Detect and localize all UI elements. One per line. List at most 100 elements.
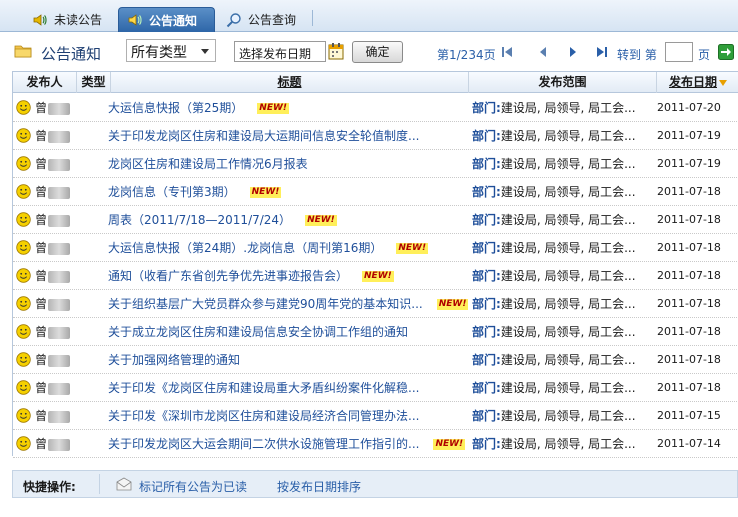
publisher-name: 曾 [35, 213, 48, 227]
smiley-icon [16, 296, 31, 311]
notice-title-link[interactable]: 龙岗区住房和建设局工作情况6月报表 [108, 157, 308, 171]
speaker-icon [128, 14, 142, 26]
type-select[interactable]: 所有类型 [126, 39, 216, 62]
publisher-cell: 曾 [35, 262, 79, 290]
scope-value: 建设局, 局领导, 局工会... [500, 129, 636, 143]
table-row[interactable]: 曾 通知（收看广东省创先争优先进事迹报告会） NEW! 部门:建设局, 局领导, 局工… [13, 262, 738, 290]
scope-value: 建设局, 局领导, 局工会... [500, 269, 636, 283]
scope-value: 建设局, 局领导, 局工会... [500, 437, 636, 451]
sort-by-date-link[interactable]: 按发布日期排序 [277, 478, 361, 495]
publisher-name: 曾 [35, 325, 48, 339]
publisher-cell: 曾 [35, 430, 79, 458]
scope-cell: 部门:建设局, 局领导, 局工会... [472, 206, 648, 234]
notice-title-link[interactable]: 关于印发龙岗区大运会期间二次供水设施管理工作指引的... [108, 437, 419, 451]
table-row[interactable]: 曾 关于印发《深圳市龙岗区住房和建设局经济合同管理办法... 部门:建设局, 局领导… [13, 402, 738, 430]
tab-unread[interactable]: 未读公告 [32, 7, 102, 32]
notice-table: 发布人 类型 标题 发布范围 发布日期 曾 大运信息快报（第25期） NEW! 部门:… [12, 71, 738, 458]
notice-title-link[interactable]: 关于印发《深圳市龙岗区住房和建设局经济合同管理办法... [108, 409, 419, 423]
scope-prefix: 部门: [472, 185, 501, 199]
publisher-cell: 曾 [35, 318, 79, 346]
col-publish-date[interactable]: 发布日期 [657, 72, 738, 93]
last-page-icon[interactable] [595, 45, 609, 59]
speaker-icon [33, 13, 47, 26]
smiley-icon [16, 268, 31, 283]
table-row[interactable]: 曾 龙岗区住房和建设局工作情况6月报表 部门:建设局, 局领导, 局工会... 201… [13, 150, 738, 178]
scope-cell: 部门:建设局, 局领导, 局工会... [472, 290, 648, 318]
mark-all-read-link[interactable]: 标记所有公告为已读 [139, 478, 247, 495]
publisher-name-redacted [48, 158, 71, 171]
type-select-value: 所有类型 [131, 45, 187, 61]
notice-title-link[interactable]: 周表（2011/7/18—2011/7/24） [108, 213, 291, 227]
publish-date-cell: 2011-07-18 [657, 381, 721, 394]
new-badge: NEW! [305, 215, 337, 226]
smiley-icon [16, 352, 31, 367]
magnifier-icon [226, 12, 241, 27]
page-info: 第1/234页 [437, 48, 496, 62]
publisher-name-redacted [48, 102, 71, 115]
table-row[interactable]: 曾 关于成立龙岗区住房和建设局信息安全协调工作组的通知 部门:建设局, 局领导, 局… [13, 318, 738, 346]
title-cell: 大运信息快报（第24期）.龙岗信息（周刊第16期） NEW! [108, 234, 468, 262]
go-arrow-icon[interactable] [718, 44, 734, 60]
table-row[interactable]: 曾 关于印发《龙岗区住房和建设局重大矛盾纠纷案件化解稳... 部门:建设局, 局领导… [13, 374, 738, 402]
scope-prefix: 部门: [472, 437, 501, 451]
quick-divider [99, 474, 100, 494]
publisher-name: 曾 [35, 241, 48, 255]
col-scope[interactable]: 发布范围 [469, 72, 657, 93]
next-page-icon[interactable] [566, 45, 580, 59]
tab-notice-label: 公告通知 [149, 13, 198, 28]
table-row[interactable]: 曾 龙岗信息（专刊第3期） NEW! 部门:建设局, 局领导, 局工会... 2011-… [13, 178, 738, 206]
publisher-cell: 曾 [35, 402, 79, 430]
smiley-icon [16, 156, 31, 171]
envelope-icon [116, 477, 132, 491]
chevron-down-icon [201, 49, 209, 54]
notice-title-link[interactable]: 龙岗信息（专刊第3期） [108, 185, 236, 199]
publisher-cell: 曾 [35, 374, 79, 402]
confirm-button[interactable]: 确定 [352, 41, 403, 63]
smiley-icon [16, 436, 31, 451]
publish-date-input[interactable]: 选择发布日期 [234, 41, 326, 62]
first-page-icon[interactable] [500, 45, 514, 59]
new-badge: NEW! [249, 187, 282, 198]
notice-title-link[interactable]: 通知（收看广东省创先争优先进事迹报告会） [108, 269, 348, 283]
table-row[interactable]: 曾 关于印发龙岗区住房和建设局大运期间信息安全轮值制度... 部门:建设局, 局领导… [13, 122, 738, 150]
quick-actions-label: 快捷操作: [23, 480, 76, 494]
table-row[interactable]: 曾 周表（2011/7/18—2011/7/24） NEW! 部门:建设局, 局领导,… [13, 206, 738, 234]
publisher-name-redacted [48, 410, 71, 423]
notice-title-link[interactable]: 关于组织基层广大党员群众参与建党90周年党的基本知识... [108, 297, 423, 311]
calendar-icon[interactable] [328, 42, 344, 60]
table-row[interactable]: 曾 大运信息快报（第24期）.龙岗信息（周刊第16期） NEW! 部门:建设局, 局领… [13, 234, 738, 262]
col-publisher[interactable]: 发布人 [13, 72, 77, 93]
notice-title-link[interactable]: 大运信息快报（第25期） [108, 101, 243, 115]
notice-title-link[interactable]: 大运信息快报（第24期）.龙岗信息（周刊第16期） [108, 241, 382, 255]
publisher-name-redacted [48, 326, 71, 339]
notice-title-link[interactable]: 关于印发龙岗区住房和建设局大运期间信息安全轮值制度... [108, 129, 419, 143]
publish-date-cell: 2011-07-18 [657, 241, 721, 254]
goto-label: 转到 第 [617, 48, 657, 62]
sort-desc-icon [719, 79, 727, 86]
notice-title-link[interactable]: 关于加强网络管理的通知 [108, 353, 240, 367]
publisher-cell: 曾 [35, 94, 79, 122]
table-row[interactable]: 曾 大运信息快报（第25期） NEW! 部门:建设局, 局领导, 局工会... 2011… [13, 94, 738, 122]
table-row[interactable]: 曾 关于加强网络管理的通知 部门:建设局, 局领导, 局工会... 2011-07-1… [13, 346, 738, 374]
tab-notice[interactable]: 公告通知 [118, 7, 215, 32]
publisher-name-redacted [48, 242, 71, 255]
scope-cell: 部门:建设局, 局领导, 局工会... [472, 178, 648, 206]
tab-search[interactable]: 公告查询 [226, 7, 296, 32]
scope-value: 建设局, 局领导, 局工会... [500, 297, 636, 311]
new-badge: NEW! [362, 271, 394, 282]
goto-page-input[interactable] [665, 42, 693, 62]
notice-title-link[interactable]: 关于成立龙岗区住房和建设局信息安全协调工作组的通知 [108, 325, 408, 339]
table-row[interactable]: 曾 关于印发龙岗区大运会期间二次供水设施管理工作指引的... NEW! 部门:建设局,… [13, 430, 738, 458]
title-cell: 关于印发《深圳市龙岗区住房和建设局经济合同管理办法... [108, 402, 468, 430]
table-row[interactable]: 曾 关于组织基层广大党员群众参与建党90周年党的基本知识... NEW! 部门:建设局… [13, 290, 738, 318]
scope-prefix: 部门: [472, 325, 501, 339]
col-title[interactable]: 标题 [111, 72, 469, 93]
publisher-name-redacted [48, 298, 71, 311]
publish-date-cell: 2011-07-19 [657, 129, 721, 142]
col-type[interactable]: 类型 [77, 72, 111, 93]
scope-cell: 部门:建设局, 局领导, 局工会... [472, 318, 648, 346]
publisher-name: 曾 [35, 353, 48, 367]
scope-prefix: 部门: [472, 409, 501, 423]
notice-title-link[interactable]: 关于印发《龙岗区住房和建设局重大矛盾纠纷案件化解稳... [108, 381, 419, 395]
prev-page-icon[interactable] [536, 45, 550, 59]
